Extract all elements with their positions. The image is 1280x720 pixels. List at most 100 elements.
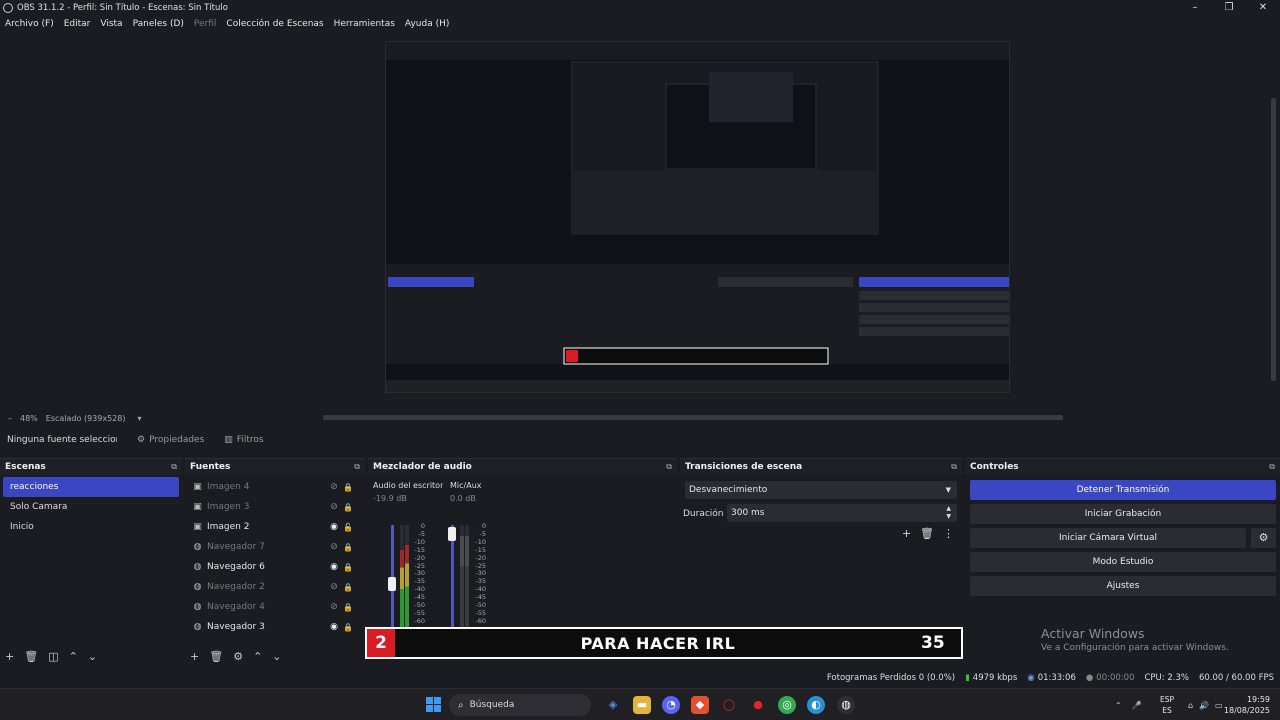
undock-icon[interactable]: ⧉ [354, 462, 360, 472]
move-up-icon[interactable]: ⌃ [69, 650, 78, 663]
source-item-navegador-4[interactable]: ◍ Navegador 4 ⊘ 🔒 [185, 597, 365, 617]
meter-fill [460, 536, 464, 637]
opera-icon[interactable]: ● [749, 696, 767, 714]
source-item-imagen-4[interactable]: ▣ Imagen 4 ⊘ 🔒 [185, 477, 365, 497]
settings-button[interactable]: Ajustes [970, 576, 1276, 596]
properties-button[interactable]: ⚙ Propiedades [137, 435, 204, 445]
eye-hidden-icon[interactable]: ⊘ [327, 502, 341, 512]
add-scene-button[interactable]: + [5, 650, 14, 663]
filters-button[interactable]: ▥ Filtros [224, 435, 263, 445]
obs-taskbar-icon[interactable]: ◍ [837, 696, 855, 714]
eye-icon[interactable]: ◉ [327, 562, 341, 572]
eye-icon[interactable]: ◉ [327, 622, 341, 632]
lock-icon[interactable]: 🔒 [341, 623, 355, 632]
source-item-navegador-2[interactable]: ◍ Navegador 2 ⊘ 🔒 [185, 577, 365, 597]
scale-dropdown-icon[interactable]: ▾ [137, 414, 141, 423]
menu-coleccion-escenas[interactable]: Colección de Escenas [226, 19, 323, 29]
move-down-icon[interactable]: ⌄ [272, 650, 281, 663]
mic-icon[interactable]: 🎤 [1132, 701, 1142, 710]
opera-gx-icon[interactable]: ◯ [720, 696, 738, 714]
source-item-navegador-3[interactable]: ◍ Navegador 3 ◉ 🔒 [185, 617, 365, 637]
lock-icon[interactable]: 🔒 [341, 543, 355, 552]
copilot-icon[interactable]: ◈ [604, 696, 622, 714]
eye-hidden-icon[interactable]: ⊘ [327, 542, 341, 552]
bitrate: 4979 kbps [972, 673, 1018, 683]
volume-fader-knob[interactable] [448, 526, 456, 541]
volume-icon[interactable]: 🔊 [1199, 701, 1209, 710]
duration-input[interactable]: 300 ms ▲ ▼ [727, 504, 957, 522]
menu-paneles[interactable]: Paneles (D) [133, 19, 184, 29]
language-indicator[interactable]: ESP ES [1160, 694, 1174, 716]
lock-icon[interactable]: 🔓 [341, 523, 355, 532]
lock-icon[interactable]: 🔒 [341, 583, 355, 592]
source-item-imagen-3[interactable]: ▣ Imagen 3 ⊘ 🔒 [185, 497, 365, 517]
undock-icon[interactable]: ⧉ [951, 462, 957, 472]
lock-icon[interactable]: 🔒 [341, 483, 355, 492]
maximize-button[interactable]: ❐ [1212, 0, 1246, 15]
more-options-icon[interactable]: ⋮ [943, 527, 954, 540]
menu-perfil[interactable]: Perfil [194, 19, 217, 29]
scene-filters-icon[interactable]: ◫ [48, 650, 58, 663]
spinner-icon[interactable]: ▲ ▼ [946, 505, 951, 521]
add-transition-button[interactable]: + [902, 527, 911, 540]
discord-icon[interactable]: ◔ [662, 696, 680, 714]
source-item-imagen-2[interactable]: ▣ Imagen 2 ◉ 🔓 [185, 517, 365, 537]
transition-select[interactable]: Desvanecimiento ▼ [685, 481, 957, 499]
minimize-button[interactable]: – [1178, 0, 1212, 15]
scene-item-inicio[interactable]: Inicio [3, 517, 179, 537]
move-up-icon[interactable]: ⌃ [253, 650, 262, 663]
stop-stream-button[interactable]: Detener Transmisión [970, 480, 1276, 500]
volume-fader-track[interactable] [451, 525, 454, 637]
source-item-navegador-6[interactable]: ◍ Navegador 6 ◉ 🔒 [185, 557, 365, 577]
source-label: Imagen 3 [207, 502, 250, 512]
lock-icon[interactable]: 🔒 [341, 603, 355, 612]
lock-icon[interactable]: 🔒 [341, 503, 355, 512]
undock-icon[interactable]: ⧉ [666, 462, 672, 472]
gear-icon: ⚙ [137, 435, 146, 445]
taskbar-search[interactable]: ⌕ Búsqueda [449, 694, 591, 716]
remove-scene-trash-icon[interactable]: 🗑 [24, 650, 38, 663]
eye-hidden-icon[interactable]: ⊘ [327, 482, 341, 492]
battery-icon[interactable]: ▭ [1215, 701, 1223, 710]
studio-mode-button[interactable]: Modo Estudio [970, 552, 1276, 572]
lock-icon[interactable]: 🔒 [341, 563, 355, 572]
menu-archivo[interactable]: Archivo (F) [5, 19, 54, 29]
network-icon[interactable]: ⌂ [1188, 701, 1193, 710]
eye-icon[interactable]: ◉ [327, 522, 341, 532]
clock[interactable]: 19:59 18/08/2025 [1224, 694, 1270, 716]
remove-source-trash-icon[interactable]: 🗑 [209, 650, 223, 663]
menu-editar[interactable]: Editar [64, 19, 91, 29]
virtual-camera-gear-icon[interactable]: ⚙ [1251, 528, 1276, 548]
zoom-out-button[interactable]: – [8, 414, 12, 423]
preview-canvas[interactable] [385, 41, 1010, 393]
source-label: Navegador 2 [207, 582, 265, 592]
eye-hidden-icon[interactable]: ⊘ [327, 602, 341, 612]
undock-icon[interactable]: ⧉ [1269, 462, 1275, 472]
preview-area[interactable] [0, 33, 1280, 420]
volume-fader-knob[interactable] [388, 577, 396, 592]
move-down-icon[interactable]: ⌄ [88, 650, 97, 663]
source-item-navegador-7[interactable]: ◍ Navegador 7 ⊘ 🔒 [185, 537, 365, 557]
close-button[interactable]: ✕ [1246, 0, 1280, 15]
menu-herramientas[interactable]: Herramientas [334, 19, 395, 29]
menu-vista[interactable]: Vista [100, 19, 122, 29]
tray-chevron-up-icon[interactable]: ⌃ [1115, 701, 1122, 710]
edge-icon[interactable]: ◐ [807, 696, 825, 714]
remove-transition-trash-icon[interactable]: 🗑 [920, 527, 934, 540]
add-source-button[interactable]: + [190, 650, 199, 663]
clock-time: 19:59 [1246, 695, 1270, 704]
undock-icon[interactable]: ⧉ [171, 462, 177, 472]
windows-start-icon[interactable] [426, 697, 441, 712]
start-recording-button[interactable]: Iniciar Grabación [970, 504, 1276, 524]
brave-icon[interactable]: ◆ [691, 696, 709, 714]
scene-item-reacciones[interactable]: reacciones [3, 477, 179, 497]
virtual-camera-button[interactable]: Iniciar Cámara Virtual [970, 528, 1246, 548]
menu-ayuda[interactable]: Ayuda (H) [405, 19, 449, 29]
scene-item-solo-camara[interactable]: Solo Camara [3, 497, 179, 517]
source-properties-gear-icon[interactable]: ⚙ [233, 650, 243, 663]
file-explorer-icon[interactable]: ▬ [633, 696, 651, 714]
chrome-icon[interactable]: ◎ [778, 696, 796, 714]
preview-vertical-scrollbar[interactable] [1271, 98, 1276, 381]
eye-hidden-icon[interactable]: ⊘ [327, 582, 341, 592]
transition-actions: + 🗑 ⋮ [902, 527, 954, 540]
